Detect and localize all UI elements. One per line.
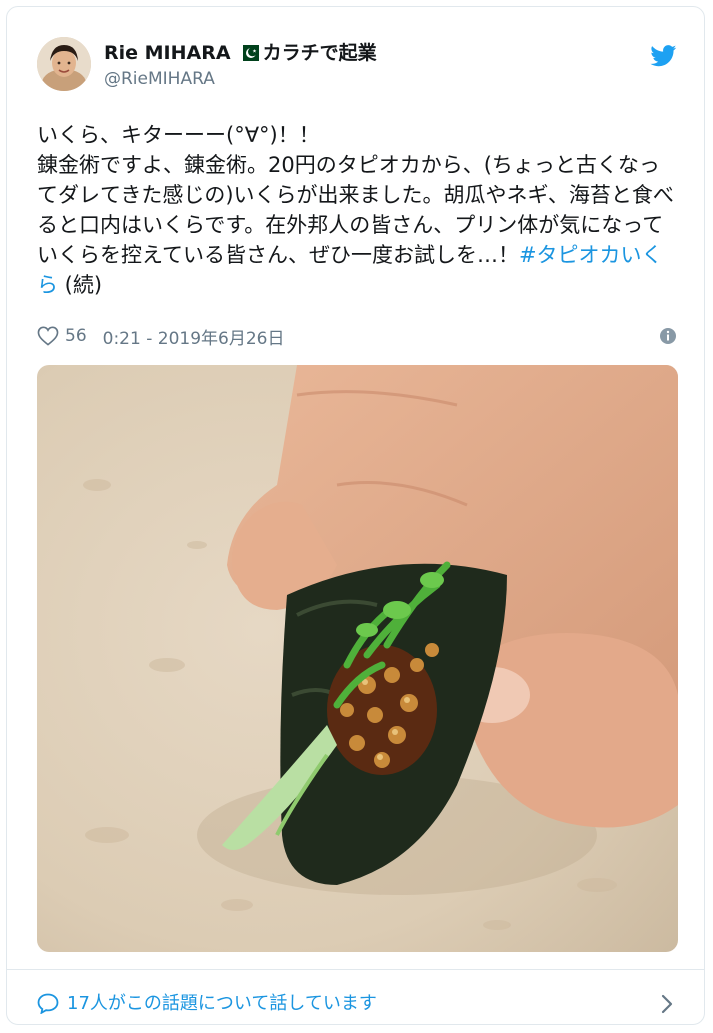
avatar[interactable] bbox=[37, 37, 91, 91]
tweet-text: いくら、キターーー(°∀°)！！ 錬金術ですよ、錬金術。20円のタピオカから、(… bbox=[37, 120, 677, 300]
tweet-meta: 56 0:21 - 2019年6月26日 bbox=[37, 321, 677, 351]
author-info[interactable]: Rie MIHARA カラチで起業 @RieMIHARA bbox=[104, 40, 377, 92]
tweet-photo[interactable] bbox=[37, 365, 678, 952]
like-count[interactable]: 56 bbox=[65, 326, 87, 346]
tweet-suffix: (続) bbox=[58, 273, 103, 297]
tweet-header: Rie MIHARA カラチで起業 @RieMIHARA bbox=[37, 37, 677, 101]
author-handle[interactable]: @RieMIHARA bbox=[104, 66, 377, 92]
pakistan-flag-icon bbox=[236, 45, 259, 61]
tweet-card: Rie MIHARA カラチで起業 @RieMIHARA いくら、キターーー(°… bbox=[6, 6, 705, 1025]
photo-image bbox=[37, 365, 678, 952]
heart-icon[interactable] bbox=[37, 326, 59, 346]
conversation-text: 17人がこの話題について話しています bbox=[67, 993, 377, 1014]
avatar-image bbox=[37, 37, 91, 91]
tweet-timestamp[interactable]: 0:21 - 2019年6月26日 bbox=[103, 324, 285, 349]
chevron-right-icon bbox=[661, 994, 673, 1014]
twitter-bird-icon[interactable] bbox=[650, 45, 677, 67]
info-icon[interactable] bbox=[659, 327, 677, 345]
author-name-suffix: カラチで起業 bbox=[262, 42, 377, 64]
speech-bubble-icon bbox=[37, 993, 59, 1014]
author-display-name[interactable]: Rie MIHARA カラチで起業 bbox=[104, 40, 377, 66]
conversation-link[interactable]: 17人がこの話題について話しています bbox=[7, 969, 704, 1024]
author-name: Rie MIHARA bbox=[104, 42, 231, 64]
